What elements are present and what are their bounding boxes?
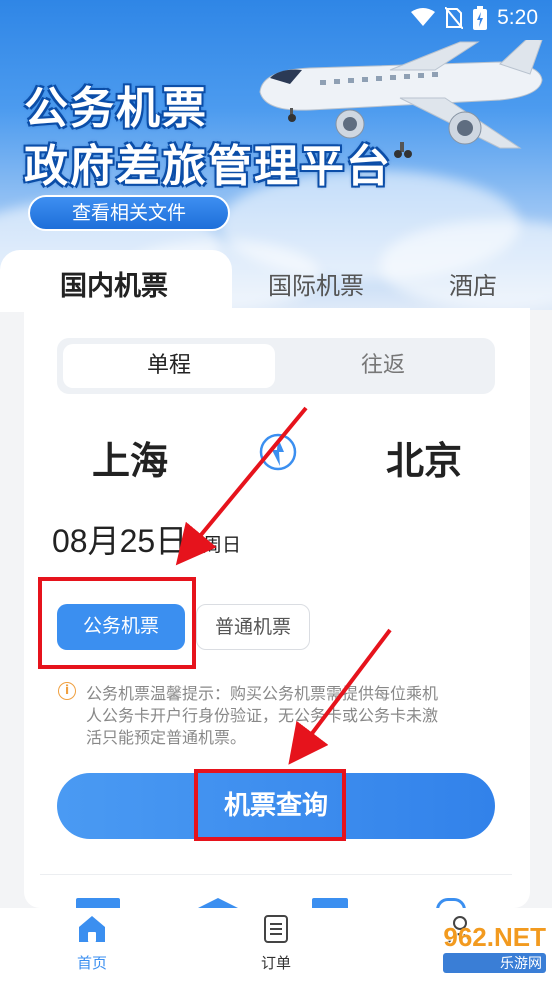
quick-flight-icon[interactable] xyxy=(198,898,238,908)
nav-orders-label: 订单 xyxy=(260,954,291,972)
hero-subtitle: 政府差旅管理平台 xyxy=(24,141,392,192)
tab-domestic-flights[interactable]: 国内机票 xyxy=(60,264,168,303)
nav-home-label: 首页 xyxy=(76,954,107,972)
wifi-icon xyxy=(411,8,436,26)
trip-type-toggle: 单程 往返 xyxy=(57,338,495,394)
round-trip-option[interactable]: 往返 xyxy=(277,344,489,388)
swap-cities-icon[interactable] xyxy=(258,432,298,472)
order-icon xyxy=(264,915,288,943)
nav-home[interactable]: 首页 xyxy=(52,914,132,973)
tab-international-flights[interactable]: 国际机票 xyxy=(268,266,364,301)
status-bar: 5:20 xyxy=(0,0,552,40)
annotation-box-official-ticket xyxy=(38,577,196,669)
departure-date[interactable]: 08月25日 xyxy=(52,516,187,562)
no-sim-icon xyxy=(445,7,464,29)
status-time: 5:20 xyxy=(497,6,538,29)
view-documents-button[interactable]: 查看相关文件 xyxy=(28,195,230,231)
battery-icon xyxy=(473,6,488,30)
info-icon: i xyxy=(58,682,76,700)
watermark-sub: 乐游网 xyxy=(443,953,546,973)
hero-title: 公务机票 xyxy=(24,83,208,134)
one-way-option[interactable]: 单程 xyxy=(63,344,275,388)
tab-hotel[interactable]: 酒店 xyxy=(449,266,497,301)
divider xyxy=(40,874,512,875)
departure-weekday: 周日 xyxy=(203,534,242,556)
arrival-city[interactable]: 北京 xyxy=(386,430,462,485)
home-icon xyxy=(79,916,105,942)
tip-text-line-1: 公务机票温馨提示：购买公务机票需提供每位乘机 xyxy=(86,684,439,703)
tip-text-line-2: 人公务卡开户行身份验证，无公务卡或公务卡未激 xyxy=(86,706,439,725)
site-watermark: 962.NET 乐游网 xyxy=(443,922,546,973)
nav-orders[interactable]: 订单 xyxy=(236,914,316,973)
category-tabs: 国内机票 国际机票 酒店 xyxy=(0,250,552,312)
departure-city[interactable]: 上海 xyxy=(92,430,168,485)
tip-text-line-3: 活只能预定普通机票。 xyxy=(86,728,247,747)
watermark-brand: 962.NET xyxy=(443,922,546,952)
regular-ticket-button[interactable]: 普通机票 xyxy=(196,604,310,650)
annotation-box-search xyxy=(194,769,346,841)
